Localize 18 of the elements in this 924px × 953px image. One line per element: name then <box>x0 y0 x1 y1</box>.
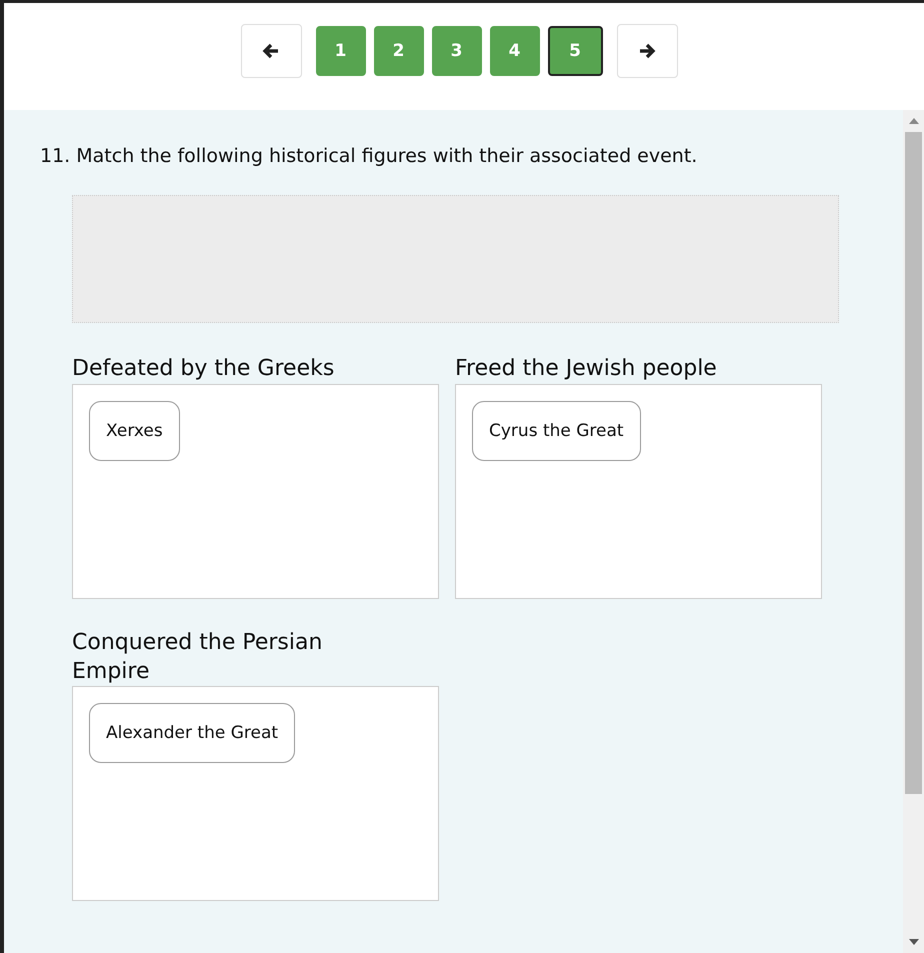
question-text: 11. Match the following historical figures with their associated event. <box>40 145 698 167</box>
answer-chip[interactable]: Alexander the Great <box>89 703 296 764</box>
left-arrow-icon <box>262 42 280 60</box>
category-title: Freed the Jewish people <box>455 355 718 384</box>
drop-zone[interactable]: Cyrus the Great <box>455 384 822 599</box>
answer-chip[interactable]: Xerxes <box>89 401 180 461</box>
scrollbar-thumb[interactable] <box>905 132 922 794</box>
answer-chip[interactable]: Cyrus the Great <box>472 401 641 461</box>
drop-zone[interactable]: Alexander the Great <box>72 686 439 902</box>
category-title: Conquered the Persian Empire <box>72 629 324 686</box>
scrollbar[interactable] <box>903 110 924 953</box>
previous-button[interactable] <box>240 24 302 78</box>
drop-zone[interactable]: Xerxes <box>72 384 439 599</box>
category-title: Defeated by the Greeks <box>72 355 336 384</box>
right-arrow-icon <box>638 42 656 60</box>
scroll-up-icon[interactable] <box>908 118 918 124</box>
next-button[interactable] <box>616 24 678 78</box>
scroll-down-icon[interactable] <box>908 939 918 945</box>
